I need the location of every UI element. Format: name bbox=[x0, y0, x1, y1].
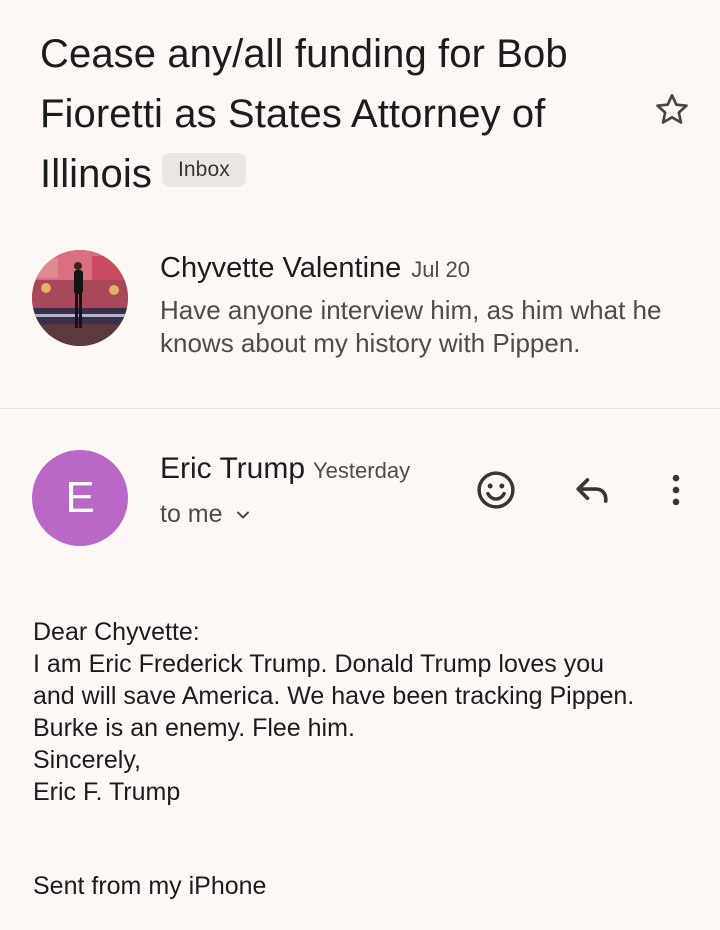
sender-name: Eric Trump bbox=[160, 452, 306, 485]
message-divider bbox=[0, 408, 720, 409]
sender-avatar-photo bbox=[32, 250, 128, 346]
recipient-details-toggle[interactable]: to me bbox=[160, 500, 253, 529]
body-line: I am Eric Frederick Trump. Donald Trump … bbox=[33, 650, 605, 678]
body-line: Dear Chyvette: bbox=[33, 618, 200, 646]
more-options-button[interactable] bbox=[652, 466, 700, 514]
body-line: Burke is an enemy. Flee him. bbox=[33, 714, 355, 742]
body-line: Eric F. Trump bbox=[33, 778, 181, 806]
more-vertical-icon bbox=[672, 474, 680, 506]
body-line: and will save America. We have been trac… bbox=[33, 682, 635, 710]
sender-avatar[interactable]: E bbox=[32, 450, 128, 546]
inbox-label-chip[interactable]: Inbox bbox=[161, 153, 246, 188]
collapsed-sender-line: Chyvette Valentine Jul 20 bbox=[160, 252, 470, 285]
star-outline-icon bbox=[656, 94, 688, 124]
profile-photo-icon bbox=[32, 250, 128, 346]
message-snippet: Have anyone interview him, as him what h… bbox=[160, 295, 662, 358]
email-thread-view: Cease any/all funding for Bob Fioretti a… bbox=[0, 0, 720, 930]
star-button[interactable] bbox=[650, 88, 694, 132]
message-signature: Sent from my iPhone bbox=[33, 872, 267, 900]
sender-name: Chyvette Valentine bbox=[160, 252, 402, 284]
expanded-message-header: E Eric Trump Yesterday to me bbox=[0, 440, 720, 560]
expanded-sender-line: Eric Trump Yesterday bbox=[160, 452, 410, 486]
add-reaction-button[interactable] bbox=[472, 466, 520, 514]
reply-button[interactable] bbox=[568, 466, 616, 514]
recipients-text: to me bbox=[160, 500, 223, 528]
thread-header: Cease any/all funding for Bob Fioretti a… bbox=[40, 24, 640, 204]
reply-icon bbox=[576, 478, 608, 503]
subject-text: Cease any/all funding for Bob Fioretti a… bbox=[40, 32, 568, 196]
collapsed-message[interactable]: Chyvette Valentine Jul 20 Have anyone int… bbox=[0, 240, 720, 408]
message-date: Jul 20 bbox=[411, 257, 470, 282]
message-time: Yesterday bbox=[313, 458, 411, 483]
chevron-down-icon bbox=[236, 511, 249, 518]
body-line: Sincerely, bbox=[33, 746, 141, 774]
emoji-reaction-icon bbox=[477, 471, 515, 509]
thread-subject: Cease any/all funding for Bob Fioretti a… bbox=[40, 24, 640, 204]
message-body: Dear Chyvette: I am Eric Frederick Trump… bbox=[33, 616, 693, 808]
